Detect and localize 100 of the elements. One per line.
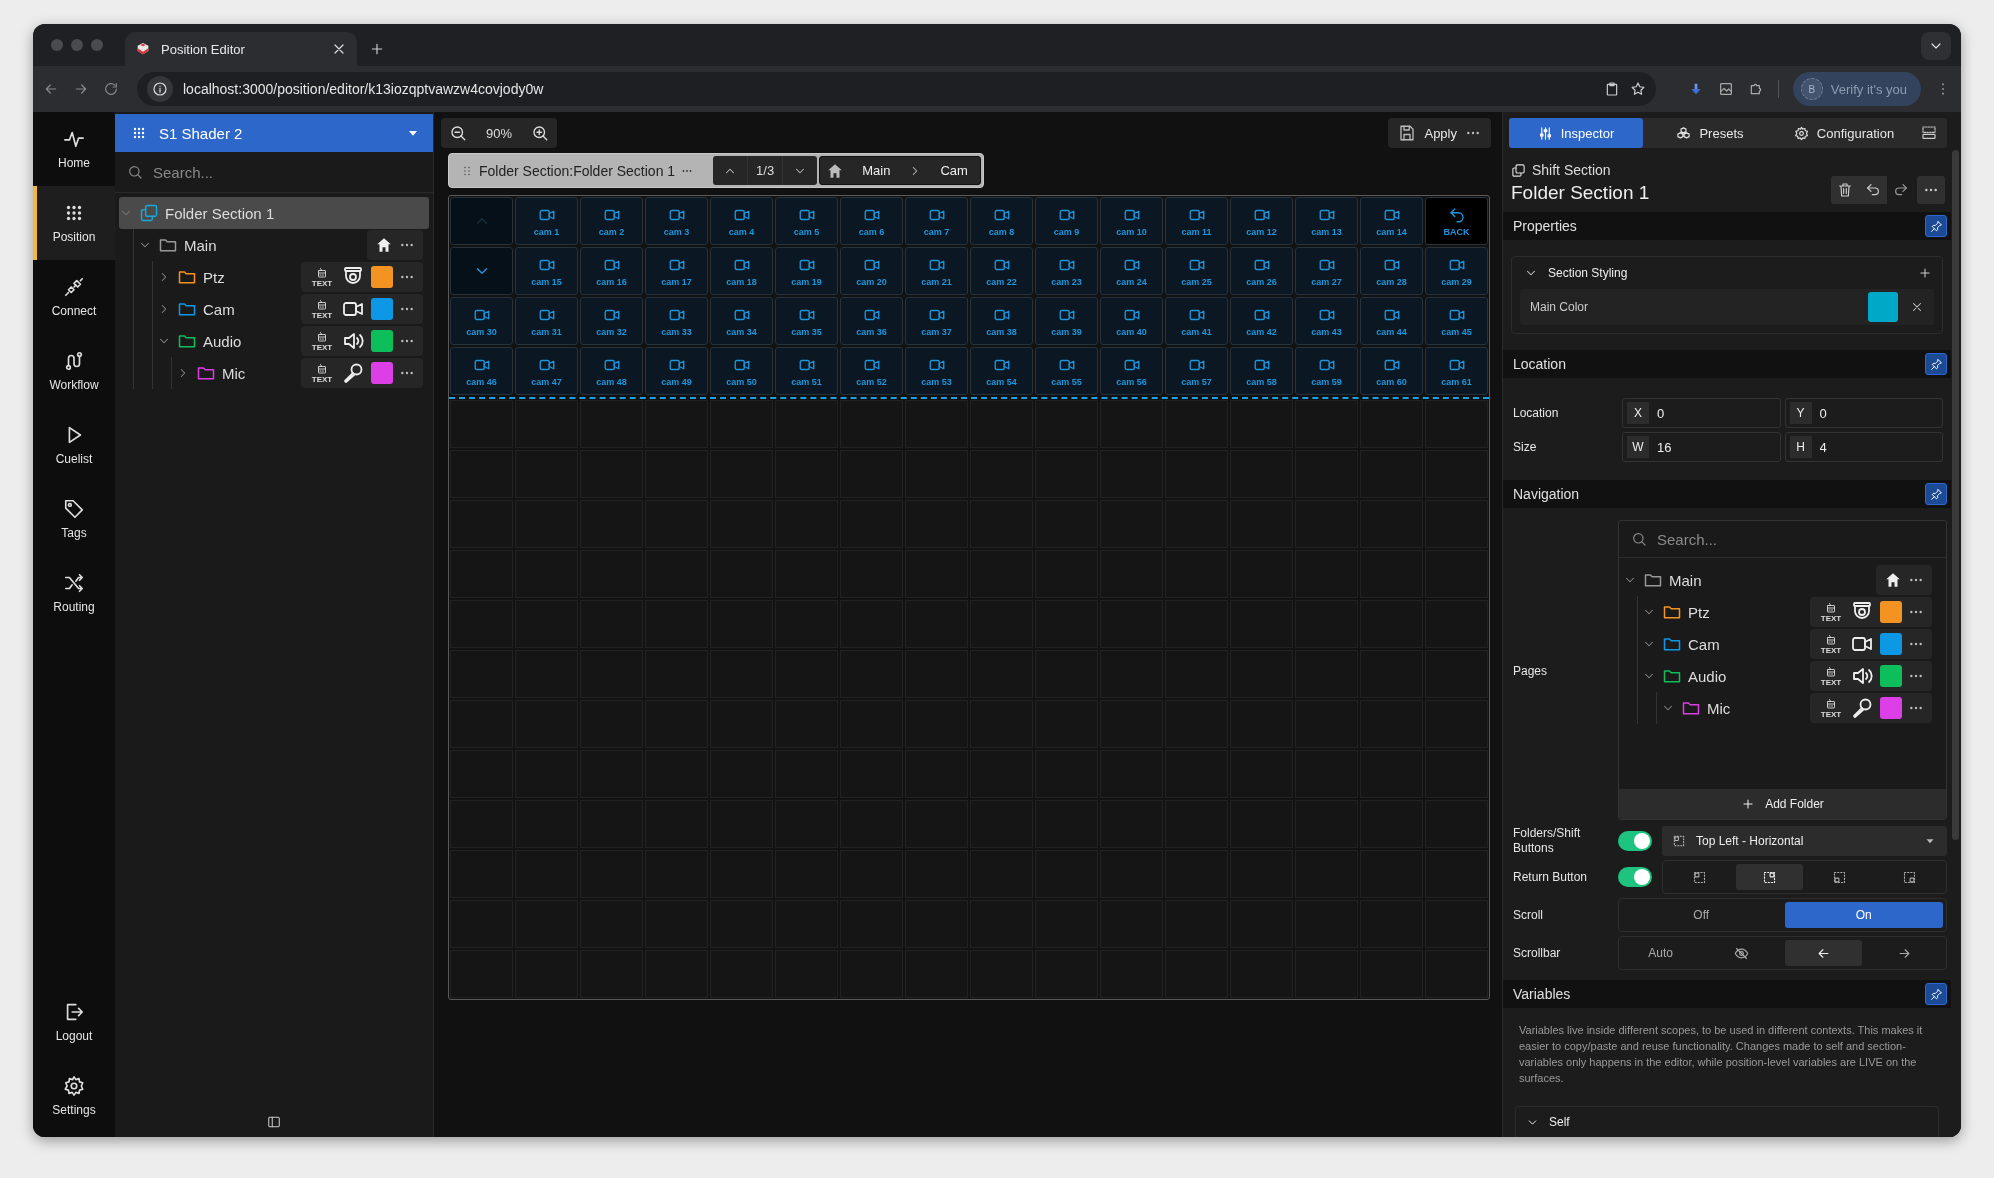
- camera-button[interactable]: cam 44: [1360, 297, 1423, 345]
- camera-button[interactable]: cam 17: [645, 247, 708, 295]
- number-input[interactable]: 4: [1819, 439, 1938, 455]
- tree-row[interactable]: Main: [138, 229, 429, 261]
- search-field[interactable]: Search...: [153, 163, 421, 181]
- tree-row[interactable]: Cam TEXT: [157, 293, 429, 325]
- segment-option[interactable]: Auto: [1622, 940, 1700, 966]
- camera-button[interactable]: cam 61: [1425, 347, 1488, 395]
- camera-button[interactable]: cam 8: [970, 197, 1033, 245]
- camera-button[interactable]: cam 48: [580, 347, 643, 395]
- number-input[interactable]: 0: [1819, 405, 1938, 421]
- camera-button[interactable]: cam 20: [840, 247, 903, 295]
- camera-button[interactable]: cam 22: [970, 247, 1033, 295]
- panel-tab[interactable]: Configuration: [1777, 118, 1911, 148]
- add-folder-button[interactable]: Add Folder: [1619, 789, 1946, 819]
- number-field[interactable]: X 0: [1622, 398, 1781, 428]
- camera-button[interactable]: cam 56: [1100, 347, 1163, 395]
- breadcrumb-item[interactable]: Main: [862, 163, 891, 178]
- nav-item[interactable]: Routing: [33, 556, 115, 630]
- camera-button[interactable]: cam 53: [905, 347, 968, 395]
- nav-item[interactable]: Workflow: [33, 334, 115, 408]
- camera-button[interactable]: cam 59: [1295, 347, 1358, 395]
- apply-button[interactable]: Apply: [1398, 124, 1457, 142]
- camera-button[interactable]: cam 49: [645, 347, 708, 395]
- profile-button[interactable]: B Verify it's you: [1792, 72, 1921, 106]
- back-button[interactable]: BACK: [1425, 197, 1488, 245]
- camera-button[interactable]: cam 40: [1100, 297, 1163, 345]
- nav-item[interactable]: Logout: [33, 985, 115, 1059]
- camera-button[interactable]: cam 23: [1035, 247, 1098, 295]
- camera-button[interactable]: cam 5: [775, 197, 838, 245]
- camera-button[interactable]: cam 29: [1425, 247, 1488, 295]
- breadcrumb-item[interactable]: Cam: [940, 163, 968, 178]
- camera-button[interactable]: cam 50: [710, 347, 773, 395]
- search-field[interactable]: Search...: [1657, 530, 1934, 548]
- camera-button[interactable]: cam 10: [1100, 197, 1163, 245]
- camera-button[interactable]: cam 4: [710, 197, 773, 245]
- tree-row[interactable]: Audio TEXT: [157, 325, 429, 357]
- camera-button[interactable]: cam 26: [1230, 247, 1293, 295]
- camera-button[interactable]: cam 46: [450, 347, 513, 395]
- camera-button[interactable]: cam 58: [1230, 347, 1293, 395]
- variable-group[interactable]: Self: [1515, 1106, 1939, 1137]
- camera-button[interactable]: cam 31: [515, 297, 578, 345]
- camera-button[interactable]: cam 1: [515, 197, 578, 245]
- tree-row[interactable]: Mic TEXT: [176, 357, 429, 389]
- camera-button[interactable]: cam 3: [645, 197, 708, 245]
- panel-tab[interactable]: Presets: [1643, 118, 1777, 148]
- camera-button[interactable]: cam 42: [1230, 297, 1293, 345]
- camera-button[interactable]: cam 37: [905, 297, 968, 345]
- camera-button[interactable]: cam 28: [1360, 247, 1423, 295]
- segment-option[interactable]: On: [1784, 902, 1943, 928]
- number-field[interactable]: Y 0: [1784, 398, 1943, 428]
- camera-button[interactable]: cam 34: [710, 297, 773, 345]
- camera-button[interactable]: cam 6: [840, 197, 903, 245]
- camera-button[interactable]: cam 27: [1295, 247, 1358, 295]
- camera-button[interactable]: cam 14: [1360, 197, 1423, 245]
- camera-button[interactable]: cam 57: [1165, 347, 1228, 395]
- camera-button[interactable]: cam 43: [1295, 297, 1358, 345]
- camera-button[interactable]: cam 32: [580, 297, 643, 345]
- nav-item[interactable]: Settings: [33, 1059, 115, 1133]
- nav-item[interactable]: Tags: [33, 482, 115, 556]
- camera-button[interactable]: cam 51: [775, 347, 838, 395]
- nav-item[interactable]: Connect: [33, 260, 115, 334]
- camera-button[interactable]: cam 33: [645, 297, 708, 345]
- camera-button[interactable]: cam 19: [775, 247, 838, 295]
- camera-button[interactable]: cam 21: [905, 247, 968, 295]
- nav-item[interactable]: Home: [33, 112, 115, 186]
- nav-item[interactable]: Position: [33, 186, 115, 260]
- camera-button[interactable]: cam 2: [580, 197, 643, 245]
- camera-button[interactable]: cam 47: [515, 347, 578, 395]
- camera-button[interactable]: cam 18: [710, 247, 773, 295]
- nav-item[interactable]: Cuelist: [33, 408, 115, 482]
- number-field[interactable]: H 4: [1784, 432, 1943, 462]
- camera-button[interactable]: cam 45: [1425, 297, 1488, 345]
- camera-button[interactable]: cam 7: [905, 197, 968, 245]
- camera-button[interactable]: cam 24: [1100, 247, 1163, 295]
- camera-button[interactable]: cam 9: [1035, 197, 1098, 245]
- camera-button[interactable]: cam 12: [1230, 197, 1293, 245]
- address-bar[interactable]: localhost:3000/position/editor/k13iozqptvawzw4covjody0w: [137, 72, 1656, 106]
- camera-button[interactable]: cam 41: [1165, 297, 1228, 345]
- camera-button[interactable]: cam 25: [1165, 247, 1228, 295]
- camera-button[interactable]: cam 30: [450, 297, 513, 345]
- camera-button[interactable]: cam 39: [1035, 297, 1098, 345]
- camera-button[interactable]: cam 36: [840, 297, 903, 345]
- segment-option[interactable]: Off: [1622, 902, 1781, 928]
- tree-row[interactable]: Ptz TEXT: [157, 261, 429, 293]
- camera-button[interactable]: cam 55: [1035, 347, 1098, 395]
- camera-button[interactable]: cam 38: [970, 297, 1033, 345]
- layout-dropdown[interactable]: Top Left - Horizontal: [1662, 826, 1947, 856]
- number-input[interactable]: 0: [1657, 405, 1776, 421]
- camera-button[interactable]: cam 16: [580, 247, 643, 295]
- camera-button[interactable]: cam 11: [1165, 197, 1228, 245]
- number-field[interactable]: W 16: [1622, 432, 1781, 462]
- camera-button[interactable]: cam 15: [515, 247, 578, 295]
- camera-button[interactable]: cam 60: [1360, 347, 1423, 395]
- shader-selector[interactable]: S1 Shader 2: [115, 114, 433, 152]
- camera-button[interactable]: cam 52: [840, 347, 903, 395]
- browser-tab[interactable]: Position Editor: [125, 32, 357, 66]
- number-input[interactable]: 16: [1657, 439, 1776, 455]
- camera-button[interactable]: cam 54: [970, 347, 1033, 395]
- tree-row[interactable]: Folder Section 1: [119, 197, 429, 229]
